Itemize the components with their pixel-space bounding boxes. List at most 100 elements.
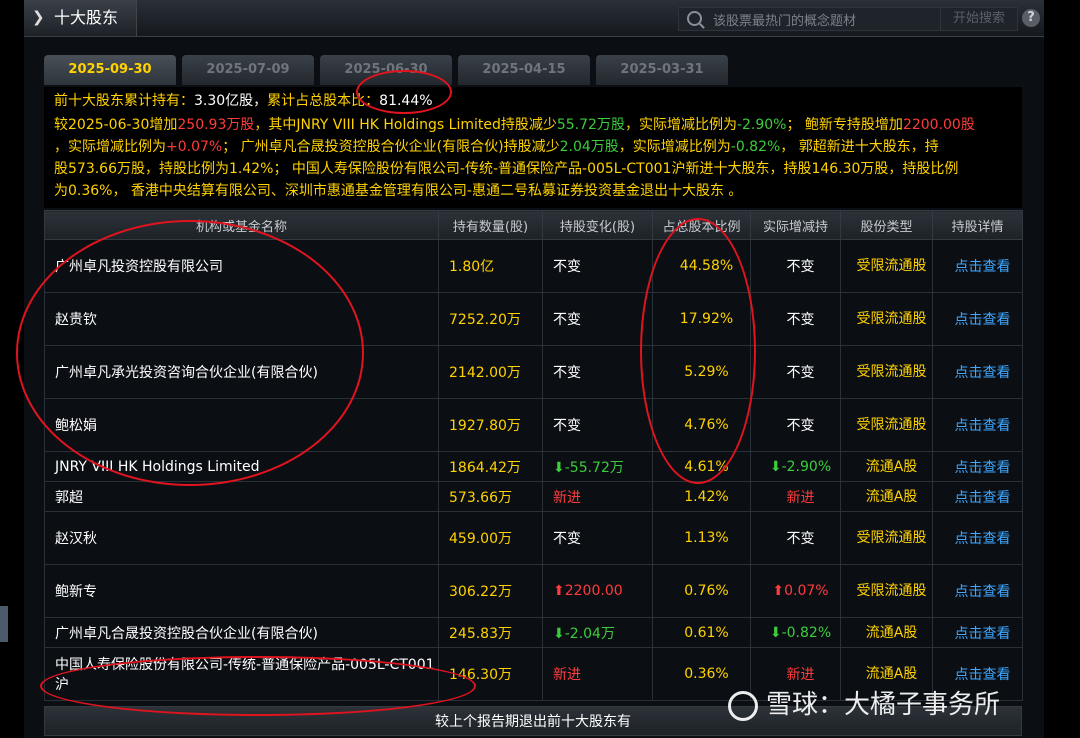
cell-detail-link[interactable]: 点击查看 [932,451,1023,482]
cell-share-type: 流通A股 [840,481,933,512]
table-row[interactable]: 赵贵钦 7252.20万 不变 17.92% 不变 受限流通股 点击查看 [44,292,1023,346]
col-header-change[interactable]: 持股变化(股) [542,210,653,240]
col-header-detail[interactable]: 持股详情 [932,210,1023,240]
summary-line-4: 股573.66万股，持股比例为1.42%； 中国人寿保险股份有限公司-传统-普通… [54,161,959,177]
cell-ratio: 17.92% [652,292,751,346]
cell-ratio: 4.61% [652,451,751,482]
arrow-down-icon: ⬇ [769,624,782,641]
search-button[interactable]: 开始搜索 [940,7,1018,31]
cell-actual-change: 不变 [750,398,841,452]
cell-detail-link[interactable]: 点击查看 [932,481,1023,512]
cell-quantity: 7252.20万 [438,292,543,346]
cell-actual-change: ⬇-2.90% [750,451,841,482]
cell-share-type: 受限流通股 [840,511,933,565]
cell-detail-link[interactable]: 点击查看 [932,292,1023,346]
actual-change-value: -2.90% [781,458,832,475]
table-row[interactable]: 鲍松娟 1927.80万 不变 4.76% 不变 受限流通股 点击查看 [44,398,1023,452]
cell-share-type: 受限流通股 [840,292,933,346]
cell-share-type: 受限流通股 [840,239,933,293]
table-header-row: 机构或基金名称 持有数量(股) 持股变化(股) 占总股本比例 实际增减持 股份类… [44,210,1023,240]
title-tab[interactable]: ❯ 十大股东 [24,0,137,36]
summary-ratio-label: 累计占总股本比： [267,93,380,109]
cell-ratio: 1.13% [652,511,751,565]
summary-value: 250.93万股 [177,117,255,133]
cell-holder-name: 广州卓凡承光投资咨询合伙企业(有限合伙) [44,345,439,399]
cell-share-type: 受限流通股 [840,345,933,399]
actual-change-value: 0.07% [784,583,829,599]
col-header-qty[interactable]: 持有数量(股) [438,210,543,240]
cell-detail-link[interactable]: 点击查看 [932,617,1023,648]
table-row[interactable]: 赵汉秋 459.00万 不变 1.13% 不变 受限流通股 点击查看 [44,511,1023,565]
cell-quantity: 146.30万 [438,647,543,701]
summary-text: ，其中JNRY VIII HK Holdings Limited持股减少 [254,117,557,133]
cell-change: 不变 [542,398,653,452]
cell-detail-link[interactable]: 点击查看 [932,345,1023,399]
summary-line-5: 为0.36%， 香港中央结算有限公司、深圳市惠通基金管理有限公司-惠通二号私募证… [54,183,743,199]
summary-text: ； 鲍新专持股增加 [786,117,903,133]
col-header-type[interactable]: 股份类型 [840,210,933,240]
cell-quantity: 573.66万 [438,481,543,512]
cell-actual-change: ⬇-0.82% [750,617,841,648]
summary-text: ，实际增减比例为 [54,139,166,155]
arrow-up-icon: ⬆ [772,583,785,599]
cell-detail-link[interactable]: 点击查看 [932,239,1023,293]
tab-2025-06-30[interactable]: 2025-06-30 [320,55,452,85]
search-input[interactable]: 该股票最热门的概念题材 [713,10,856,29]
cell-actual-change: 不变 [750,239,841,293]
table-row[interactable]: 郭超 573.66万 新进 1.42% 新进 流通A股 点击查看 [44,481,1023,512]
table-row[interactable]: 广州卓凡承光投资咨询合伙企业(有限合伙) 2142.00万 不变 5.29% 不变 受限流… [44,345,1023,399]
summary-value: -2.90% [736,117,787,133]
cell-change: ⬇-2.04万 [542,617,653,648]
search-box[interactable]: 该股票最热门的概念题材 [678,7,942,31]
arrow-up-icon: ⬆ [553,583,565,599]
table-row[interactable]: JNRY VIII HK Holdings Limited 1864.42万 ⬇-5… [44,451,1023,482]
help-icon[interactable]: ? [1022,9,1040,27]
summary-panel: 前十大股东累计持有：3.30亿股，累计占总股本比：81.44% 较2025-06… [44,87,1022,208]
cell-holder-name: 鲍松娟 [44,398,439,452]
cell-actual-change: 不变 [750,292,841,346]
watermark: 雪球：大橘子事务所 [728,684,1000,721]
tab-2025-07-09[interactable]: 2025-07-09 [182,55,314,85]
col-header-name[interactable]: 机构或基金名称 [44,210,439,240]
cell-quantity: 1.80亿 [438,239,543,293]
cell-detail-link[interactable]: 点击查看 [932,511,1023,565]
summary-value: 55.72万股 [556,117,625,133]
cell-detail-link[interactable]: 点击查看 [932,398,1023,452]
table-row[interactable]: 广州卓凡投资控股有限公司 1.80亿 不变 44.58% 不变 受限流通股 点击查看 [44,239,1023,293]
col-header-ratio[interactable]: 占总股本比例 [652,210,751,240]
chevron-right-icon: ❯ [32,8,45,26]
tab-2025-09-30[interactable]: 2025-09-30 [44,55,176,85]
summary-line-2: 较2025-06-30增加250.93万股，其中JNRY VIII HK Hol… [54,115,975,135]
summary-total-value: 3.30亿股， [194,93,268,109]
cell-actual-change: ⬆0.07% [750,564,841,618]
arrow-down-icon: ⬇ [769,458,782,475]
summary-text: ，实际增减比例为 [624,117,737,133]
cell-detail-link[interactable]: 点击查看 [932,564,1023,618]
summary-text: ， 郭超新进十大股东，持 [780,139,939,155]
cell-holder-name: 广州卓凡投资控股有限公司 [44,239,439,293]
window-title: 十大股东 [54,8,119,27]
cell-ratio: 5.29% [652,345,751,399]
arrow-down-icon: ⬇ [553,625,565,642]
summary-value: +0.07% [166,139,223,155]
summary-text: ，实际增减比例为 [618,139,731,155]
col-header-actual[interactable]: 实际增减持 [750,210,841,240]
cell-change: 新进 [542,481,653,512]
cell-holder-name: 鲍新专 [44,564,439,618]
cell-holder-name: 赵贵钦 [44,292,439,346]
cell-quantity: 1927.80万 [438,398,543,452]
cell-ratio: 4.76% [652,398,751,452]
table-row[interactable]: 鲍新专 306.22万 ⬆2200.00 0.76% ⬆0.07% 受限流通股 点击查看 [44,564,1023,618]
table-row[interactable]: 广州卓凡合晟投资控股合伙企业(有限合伙) 245.83万 ⬇-2.04万 0.61% ⬇… [44,617,1023,648]
tab-2025-03-31[interactable]: 2025-03-31 [596,55,728,85]
summary-value: 2.04万股 [559,139,619,155]
cell-actual-change: 不变 [750,511,841,565]
summary-text: ； 广州卓凡合晟投资控股合伙企业(有限合伙)持股减少 [222,139,560,155]
cell-quantity: 459.00万 [438,511,543,565]
change-value: 2200.00 [564,583,623,599]
cell-share-type: 受限流通股 [840,398,933,452]
cell-holder-name: 中国人寿保险股份有限公司-传统-普通保险产品-005L-CT001沪 [44,647,439,701]
change-value: -2.04万 [564,625,615,642]
holders-table: 机构或基金名称 持有数量(股) 持股变化(股) 占总股本比例 实际增减持 股份类… [44,210,1023,701]
tab-2025-04-15[interactable]: 2025-04-15 [458,55,590,85]
